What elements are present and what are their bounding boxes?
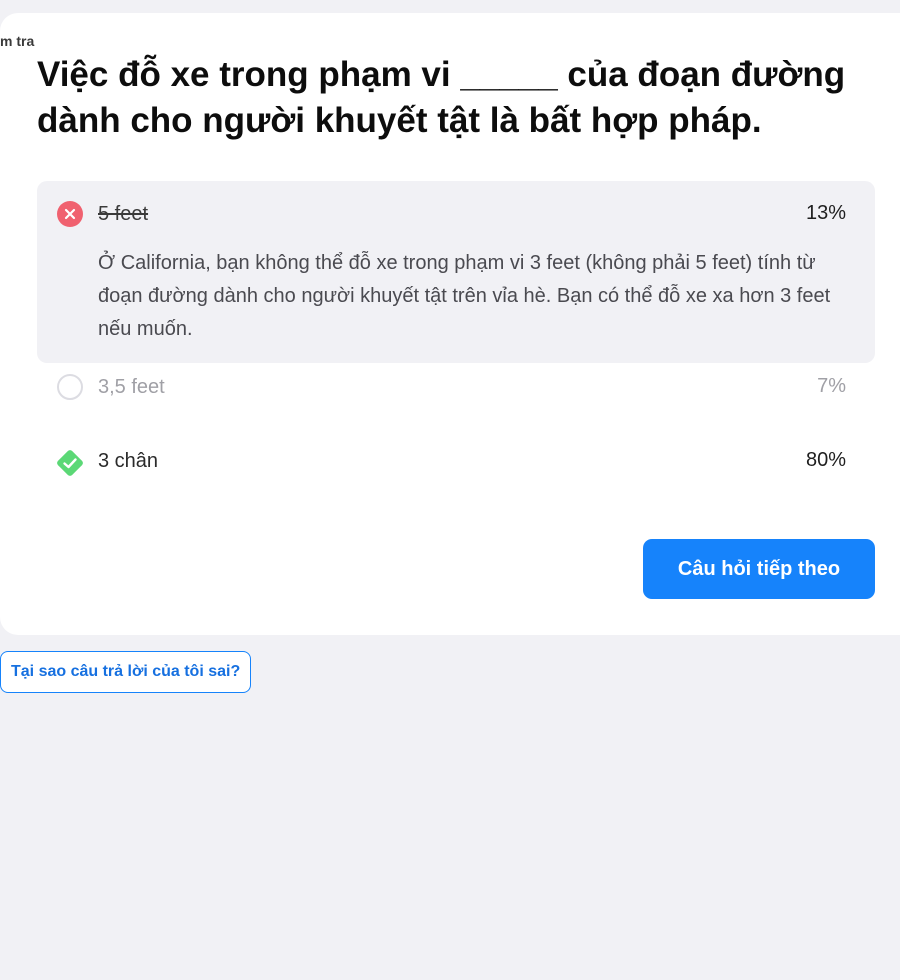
answer-label: 3 chân bbox=[98, 450, 159, 472]
why-wrong-button[interactable]: Tại sao câu trả lời của tôi sai? bbox=[0, 651, 252, 693]
answer-label: 3,5 feet bbox=[98, 376, 165, 398]
answer-option-1[interactable]: 5 feet 13% Ở California, bạn không thể đ… bbox=[37, 181, 875, 363]
answer-explanation: Ở California, bạn không thể đỗ xe trong … bbox=[98, 252, 831, 340]
next-question-button[interactable]: Câu hỏi tiếp theo bbox=[643, 539, 875, 599]
answer-percent: 80% bbox=[805, 449, 846, 471]
answer-list: 5 feet 13% Ở California, bạn không thể đ… bbox=[37, 181, 875, 511]
x-circle-icon bbox=[57, 201, 83, 227]
answer-option-3[interactable]: 3 chân 80% bbox=[37, 437, 875, 511]
breadcrumb: m tra bbox=[0, 33, 35, 49]
answer-label: 5 feet bbox=[98, 203, 149, 225]
empty-circle-icon bbox=[57, 374, 83, 400]
answer-percent: 13% bbox=[805, 202, 846, 224]
question-text: Việc đỗ xe trong phạm vi _____ của đoạn … bbox=[37, 55, 846, 140]
answer-percent: 7% bbox=[817, 375, 846, 397]
answer-option-2[interactable]: 3,5 feet 7% bbox=[37, 363, 875, 437]
check-diamond-icon bbox=[55, 448, 85, 478]
